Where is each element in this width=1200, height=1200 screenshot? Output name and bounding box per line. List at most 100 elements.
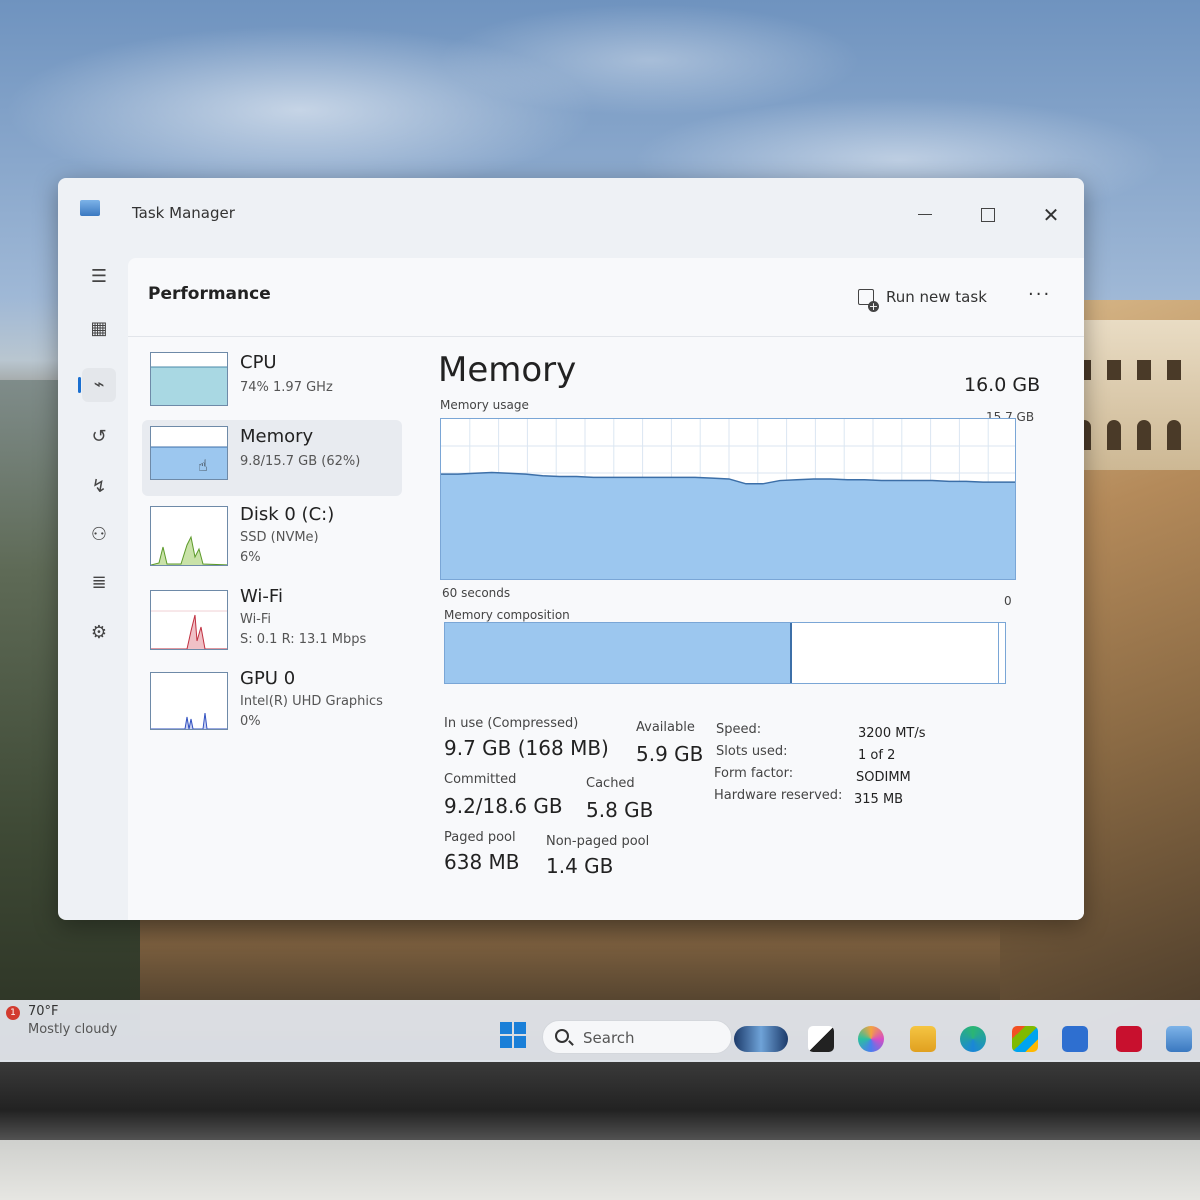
weather-temp: 70°F xyxy=(28,1004,59,1019)
task-view-icon[interactable] xyxy=(808,1026,834,1052)
minimize-button[interactable] xyxy=(910,200,940,230)
close-icon: ✕ xyxy=(1042,203,1060,227)
taskbar-search[interactable]: Search xyxy=(542,1020,732,1054)
time-axis-label: 60 seconds xyxy=(442,586,511,600)
in-use-label: In use (Compressed) xyxy=(444,716,579,731)
cached-label: Cached xyxy=(586,776,635,791)
services-icon[interactable]: ⚙ xyxy=(82,616,116,650)
resource-memory[interactable]: ☝ Memory 9.8/15.7 GB (62%) xyxy=(142,420,402,496)
start-tile xyxy=(514,1036,526,1048)
store-icon[interactable] xyxy=(1012,1026,1038,1052)
memory-total: 16.0 GB xyxy=(964,374,1041,396)
disk-thumbnail-svg xyxy=(151,535,227,565)
hardware-reserved-label: Hardware reserved: xyxy=(714,788,843,803)
memory-usage-area xyxy=(441,472,1015,579)
details-icon[interactable]: ≣ xyxy=(82,566,116,600)
resource-gpu[interactable]: GPU 0 Intel(R) UHD Graphics 0% xyxy=(142,662,402,738)
memory-thumbnail-graph xyxy=(150,426,228,480)
run-task-icon xyxy=(858,289,879,312)
wifi-thumb-line xyxy=(151,614,227,649)
speed-label: Speed: xyxy=(716,722,762,737)
weather-badge: 1 xyxy=(6,1006,20,1020)
composition-standby-segment xyxy=(998,623,999,683)
search-label: Search xyxy=(583,1029,635,1047)
window-title: Task Manager xyxy=(132,204,235,222)
mcafee-icon[interactable] xyxy=(1116,1026,1142,1052)
memory-composition-label: Memory composition xyxy=(444,608,570,622)
search-icon xyxy=(555,1029,569,1043)
cpu-thumb-fill xyxy=(151,367,227,405)
edge-icon[interactable] xyxy=(960,1026,986,1052)
slots-used-value: 1 of 2 xyxy=(858,748,896,763)
cpu-thumbnail-svg xyxy=(151,366,227,405)
laptop-bezel xyxy=(0,1062,1200,1142)
start-tile xyxy=(514,1022,526,1034)
hardware-reserved-value: 315 MB xyxy=(854,792,904,807)
paged-pool-label: Paged pool xyxy=(444,830,516,845)
speed-value: 3200 MT/s xyxy=(858,726,926,741)
startup-icon[interactable]: ↯ xyxy=(82,470,116,504)
disk-thumbnail-graph xyxy=(150,506,228,566)
wifi-throughput: S: 0.1 R: 13.1 Mbps xyxy=(240,632,367,647)
memory-title: Memory xyxy=(438,350,577,390)
non-paged-pool-label: Non-paged pool xyxy=(546,834,650,849)
committed-value: 9.2/18.6 GB xyxy=(444,794,563,818)
task-manager-app-icon xyxy=(80,200,100,216)
disk-thumb-line xyxy=(151,535,227,565)
wifi-label: Wi-Fi xyxy=(240,586,283,607)
available-value: 5.9 GB xyxy=(636,742,704,766)
hamburger-icon[interactable]: ☰ xyxy=(82,260,116,294)
run-new-task-button[interactable]: Run new task xyxy=(858,288,987,312)
cpu-thumbnail-graph xyxy=(150,352,228,406)
slots-used-label: Slots used: xyxy=(716,744,788,759)
start-tile xyxy=(500,1036,512,1048)
paged-pool-value: 638 MB xyxy=(444,850,520,874)
copilot-icon[interactable] xyxy=(734,1026,788,1052)
resource-disk[interactable]: Disk 0 (C:) SSD (NVMe) 6% xyxy=(142,498,402,574)
task-manager-icon[interactable] xyxy=(1166,1026,1192,1052)
wallpaper-building xyxy=(1065,320,1200,470)
page-title: Performance xyxy=(148,284,271,304)
nav-rail: ☰ ▦ ⌁ ↺ ↯ ⚇ ≣ ⚙ xyxy=(76,258,124,878)
laptop-deck xyxy=(0,1140,1200,1200)
resource-wifi[interactable]: Wi-Fi Wi-Fi S: 0.1 R: 13.1 Mbps xyxy=(142,580,402,656)
start-tile xyxy=(500,1022,512,1034)
memory-usage: 9.8/15.7 GB (62%) xyxy=(240,454,361,469)
cached-value: 5.8 GB xyxy=(586,798,654,822)
more-options-button[interactable]: ··· xyxy=(1028,284,1051,305)
copilot-colorful-icon[interactable] xyxy=(858,1026,884,1052)
task-manager-window: Task Manager ✕ ☰ ▦ ⌁ ↺ ↯ ⚇ ≣ ⚙ Performan… xyxy=(58,178,1084,920)
disk-label: Disk 0 (C:) xyxy=(240,504,335,525)
header-divider xyxy=(128,336,1084,337)
composition-in-use-segment xyxy=(445,623,793,683)
file-explorer-icon[interactable] xyxy=(910,1026,936,1052)
wifi-adapter: Wi-Fi xyxy=(240,612,272,627)
performance-panel: Performance Run new task ··· CPU 74% 1.9… xyxy=(128,258,1084,920)
graph-min-label: 0 xyxy=(1004,594,1012,608)
start-button[interactable] xyxy=(500,1022,526,1048)
memory-usage-graph xyxy=(440,418,1016,580)
users-icon[interactable]: ⚇ xyxy=(82,518,116,552)
memory-composition-bar xyxy=(444,622,1006,684)
performance-icon[interactable]: ⌁ xyxy=(78,368,116,402)
committed-label: Committed xyxy=(444,772,517,787)
memory-label: Memory xyxy=(240,426,314,447)
resource-cpu[interactable]: CPU 74% 1.97 GHz xyxy=(142,346,402,422)
in-use-value: 9.7 GB (168 MB) xyxy=(444,736,609,760)
app-history-icon[interactable]: ↺ xyxy=(82,420,116,454)
weather-widget[interactable]: 1 70°F Mostly cloudy xyxy=(6,1004,136,1044)
memory-usage-svg xyxy=(441,419,1015,579)
gpu-thumb-line xyxy=(151,712,227,729)
memory-usage-label: Memory usage xyxy=(440,398,529,412)
wifi-thumbnail-graph xyxy=(150,590,228,650)
app-icon[interactable] xyxy=(1062,1026,1088,1052)
processes-icon[interactable]: ▦ xyxy=(82,312,116,346)
form-factor-label: Form factor: xyxy=(714,766,794,781)
memory-thumb-fill xyxy=(151,447,227,479)
gpu-model: Intel(R) UHD Graphics xyxy=(240,694,383,709)
close-button[interactable]: ✕ xyxy=(1036,200,1066,230)
hand-cursor-icon: ☝ xyxy=(198,456,208,475)
run-new-task-label: Run new task xyxy=(886,288,987,306)
maximize-button[interactable] xyxy=(972,200,1002,230)
title-bar: Task Manager ✕ xyxy=(58,178,1084,248)
